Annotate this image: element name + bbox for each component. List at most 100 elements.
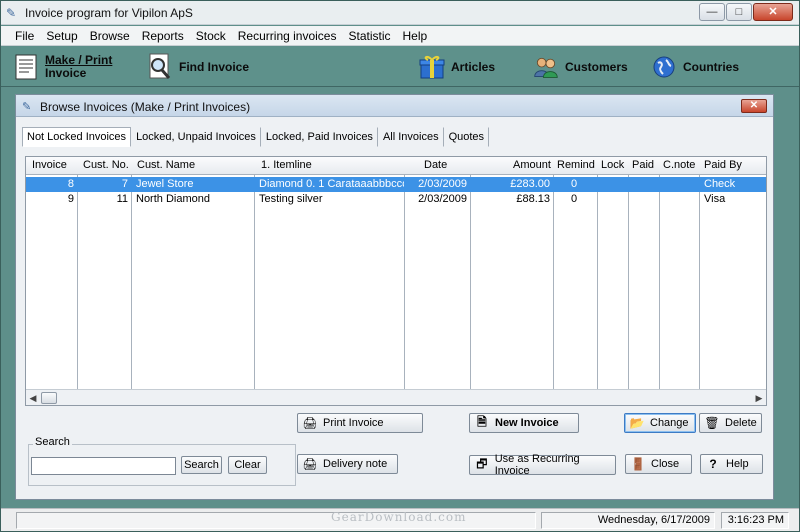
window-controls: — □ ✕ [699, 3, 793, 21]
cell-amount: £283.00 [510, 178, 550, 190]
gift-box-icon [419, 53, 445, 81]
tab-not-locked-invoices[interactable]: Not Locked Invoices [22, 127, 132, 147]
minimize-button[interactable]: — [699, 3, 725, 21]
close-button[interactable]: 🚪 Close [625, 454, 692, 474]
make-print-invoice-button[interactable]: Make / Print Invoice [13, 51, 112, 83]
help-label: Help [726, 458, 749, 470]
cell-invoice: 8 [67, 178, 74, 190]
table-row[interactable]: 8 7 Jewel Store Diamond 0. 1 Carataaabbb… [26, 177, 766, 192]
menu-setup[interactable]: Setup [40, 29, 83, 43]
scroll-left-icon[interactable]: ◀ [26, 391, 40, 405]
horizontal-scrollbar[interactable]: ◀ ▶ [26, 389, 766, 405]
clear-button[interactable]: Clear [228, 456, 267, 474]
find-invoice-button[interactable]: Find Invoice [147, 51, 249, 83]
table-row[interactable]: 9 11 North Diamond Testing silver 2/03/2… [26, 192, 766, 207]
scroll-right-icon[interactable]: ▶ [752, 391, 766, 405]
countries-button[interactable]: Countries [651, 51, 739, 83]
menu-help[interactable]: Help [397, 29, 434, 43]
globe-icon [651, 53, 677, 81]
main-toolbar: Make / Print Invoice Find Invoice Articl… [1, 47, 799, 87]
header-cnote[interactable]: C.note [663, 159, 695, 171]
app-icon: ✎ [6, 6, 17, 20]
cell-date: 2/03/2009 [418, 178, 467, 190]
customers-label: Customers [565, 59, 628, 74]
articles-button[interactable]: Articles [419, 51, 495, 83]
invoice-tabs: Not Locked Invoices Locked, Unpaid Invoi… [22, 127, 490, 147]
delivery-note-label: Delivery note [323, 458, 388, 470]
cell-paid-by: Check [704, 178, 736, 190]
header-invoice[interactable]: Invoice [32, 159, 67, 171]
title-bar: ✎ Invoice program for Vipilon ApS — □ ✕ [1, 1, 799, 25]
cell-remind: 0 [571, 178, 578, 190]
status-date: Wednesday, 6/17/2009 [541, 512, 715, 529]
menu-file[interactable]: File [9, 29, 40, 43]
child-title-bar: ✎ Browse Invoices (Make / Print Invoices… [16, 95, 773, 117]
header-cust-name[interactable]: Cust. Name [137, 159, 195, 171]
menu-reports[interactable]: Reports [136, 29, 190, 43]
tab-locked-paid-invoices[interactable]: Locked, Paid Invoices [261, 127, 378, 147]
countries-label: Countries [683, 59, 740, 74]
print-invoice-button[interactable]: 🖨 Print Invoice [297, 413, 423, 433]
cell-date: 2/03/2009 [418, 193, 467, 205]
change-label: Change [650, 417, 689, 429]
help-button[interactable]: ? Help [700, 454, 763, 474]
application-window: ✎ Invoice program for Vipilon ApS — □ ✕ … [0, 0, 800, 532]
scrollbar-thumb[interactable] [41, 392, 57, 404]
question-mark-icon: ? [709, 457, 717, 471]
print-invoice-label: Print Invoice [323, 417, 384, 429]
find-invoice-label: Find Invoice [179, 59, 250, 74]
delete-label: Delete [725, 417, 757, 429]
use-recurring-label: Use as Recurring Invoice [494, 453, 580, 477]
header-itemline[interactable]: 1. Itemline [261, 159, 312, 171]
delivery-note-button[interactable]: 🖨 Delivery note [297, 454, 398, 474]
close-window-button[interactable]: ✕ [753, 3, 793, 21]
search-button[interactable]: Search [181, 456, 222, 474]
status-time: 3:16:23 PM [721, 512, 789, 529]
cell-amount: £88.13 [516, 193, 550, 205]
header-paid[interactable]: Paid [632, 159, 654, 171]
window-title: Invoice program for Vipilon ApS [25, 6, 193, 20]
articles-label: Articles [451, 59, 496, 74]
cell-cust-name: North Diamond [136, 193, 210, 205]
cell-remind: 0 [571, 193, 578, 205]
delete-icon: 🗑 [704, 416, 720, 430]
printer-icon: 🖨 [302, 416, 318, 430]
delete-button[interactable]: 🗑 Delete [699, 413, 762, 433]
menu-statistic[interactable]: Statistic [342, 29, 396, 43]
customers-button[interactable]: Customers [533, 51, 628, 83]
cell-cust-no: 7 [121, 178, 128, 190]
header-date[interactable]: Date [424, 159, 447, 171]
search-label: Search [33, 436, 72, 448]
menu-stock[interactable]: Stock [190, 29, 232, 43]
header-paid-by[interactable]: Paid By [704, 159, 742, 171]
header-amount[interactable]: Amount [513, 159, 551, 171]
change-button[interactable]: 📂 Change [624, 413, 696, 433]
exit-door-icon: 🚪 [630, 457, 646, 471]
menu-recurring-invoices[interactable]: Recurring invoices [232, 29, 343, 43]
maximize-button[interactable]: □ [726, 3, 752, 21]
search-input[interactable] [31, 457, 176, 475]
header-lock[interactable]: Lock [601, 159, 624, 171]
close-label: Close [651, 458, 680, 470]
grid-header: Invoice Cust. No. Cust. Name 1. Itemline… [26, 157, 766, 175]
use-as-recurring-invoice-button[interactable]: 🗗 Use as Recurring Invoice [469, 453, 616, 477]
header-cust-no[interactable]: Cust. No. [83, 159, 129, 171]
child-window-title: Browse Invoices (Make / Print Invoices) [40, 100, 251, 114]
child-window-icon: ✎ [22, 101, 32, 113]
menu-bar: File Setup Browse Reports Stock Recurrin… [1, 26, 799, 46]
new-invoice-button[interactable]: 🗎 New Invoice [469, 413, 579, 433]
child-close-button[interactable]: ✕ [741, 99, 767, 113]
new-invoice-label: New Invoice [495, 417, 559, 429]
tab-all-invoices[interactable]: All Invoices [378, 127, 444, 147]
header-remind[interactable]: Remind [557, 159, 595, 171]
cell-cust-no: 11 [116, 193, 128, 205]
cell-itemline: Testing silver [259, 193, 323, 205]
new-document-icon: 🗎 [477, 414, 487, 429]
make-print-label-line2: Invoice [45, 66, 87, 80]
browse-invoices-window: ✎ Browse Invoices (Make / Print Invoices… [15, 94, 774, 500]
invoice-grid[interactable]: Invoice Cust. No. Cust. Name 1. Itemline… [25, 156, 767, 406]
menu-browse[interactable]: Browse [84, 29, 136, 43]
cell-itemline: Diamond 0. 1 Carataaabbbccc [259, 178, 404, 190]
tab-quotes[interactable]: Quotes [444, 127, 490, 147]
tab-locked-unpaid-invoices[interactable]: Locked, Unpaid Invoices [131, 127, 261, 147]
